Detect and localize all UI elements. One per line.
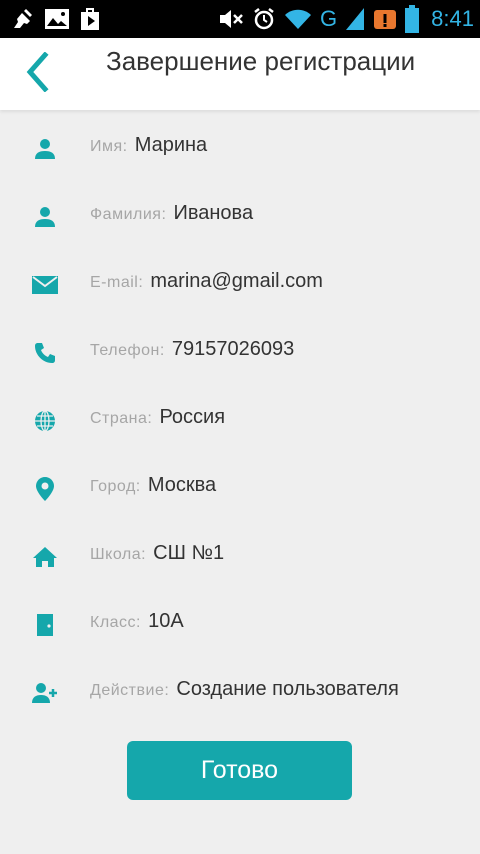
field-first-name: Имя: Марина [0, 134, 480, 202]
field-label: Город: [90, 478, 141, 495]
add-user-icon [32, 680, 58, 706]
person-icon [32, 136, 58, 162]
status-bar-left [12, 6, 102, 32]
field-value: Создание пользователя [176, 678, 399, 700]
location-pin-icon [32, 476, 58, 502]
field-value: marina@gmail.com [150, 270, 323, 292]
status-bar: G 8:41 [0, 0, 480, 38]
signal-icon [345, 6, 365, 32]
phone-icon [32, 340, 58, 366]
field-phone: Телефон: 79157026093 [0, 338, 480, 406]
door-icon [32, 612, 58, 638]
field-value: Россия [159, 406, 226, 428]
field-value: 79157026093 [171, 338, 295, 360]
field-school: Школа: СШ №1 [0, 542, 480, 610]
wifi-icon [284, 7, 312, 31]
field-label: Страна: [90, 410, 153, 427]
field-country: Страна: Россия [0, 406, 480, 474]
field-label: Действие: [90, 682, 170, 699]
field-label: Школа: [90, 546, 147, 563]
cleaner-icon [12, 7, 36, 31]
field-action: Действие: Создание пользователя [0, 678, 480, 746]
field-label: Телефон: [90, 342, 165, 359]
play-store-icon [78, 6, 102, 32]
globe-icon [32, 408, 58, 434]
field-email: E-mail: marina@gmail.com [0, 270, 480, 338]
field-value: Иванова [173, 202, 254, 224]
gallery-icon [44, 7, 70, 31]
field-value: 10А [148, 610, 184, 632]
page-title: Завершение регистрации [106, 46, 416, 76]
mail-icon [32, 272, 58, 298]
field-value: Москва [147, 474, 217, 496]
field-label: Имя: [90, 138, 128, 155]
field-label: Фамилия: [90, 206, 167, 223]
app-bar: Завершение регистрации [0, 38, 480, 110]
back-button[interactable] [14, 50, 62, 98]
person-icon [32, 204, 58, 230]
status-bar-right: G 8:41 [218, 4, 474, 34]
mute-icon [218, 7, 244, 31]
field-city: Город: Москва [0, 474, 480, 542]
battery-icon [405, 5, 420, 33]
done-button[interactable]: Готово [127, 741, 352, 800]
warning-icon [373, 7, 397, 31]
field-class: Класс: 10А [0, 610, 480, 678]
network-type: G [320, 6, 338, 31]
field-label: E-mail: [90, 274, 144, 291]
alarm-icon [252, 7, 276, 31]
chevron-left-icon [25, 51, 51, 96]
field-value: Марина [134, 134, 208, 156]
home-icon [32, 544, 58, 570]
field-value: СШ №1 [153, 542, 225, 564]
clock: 8:41 [431, 6, 474, 31]
field-label: Класс: [90, 614, 141, 631]
field-last-name: Фамилия: Иванова [0, 202, 480, 270]
